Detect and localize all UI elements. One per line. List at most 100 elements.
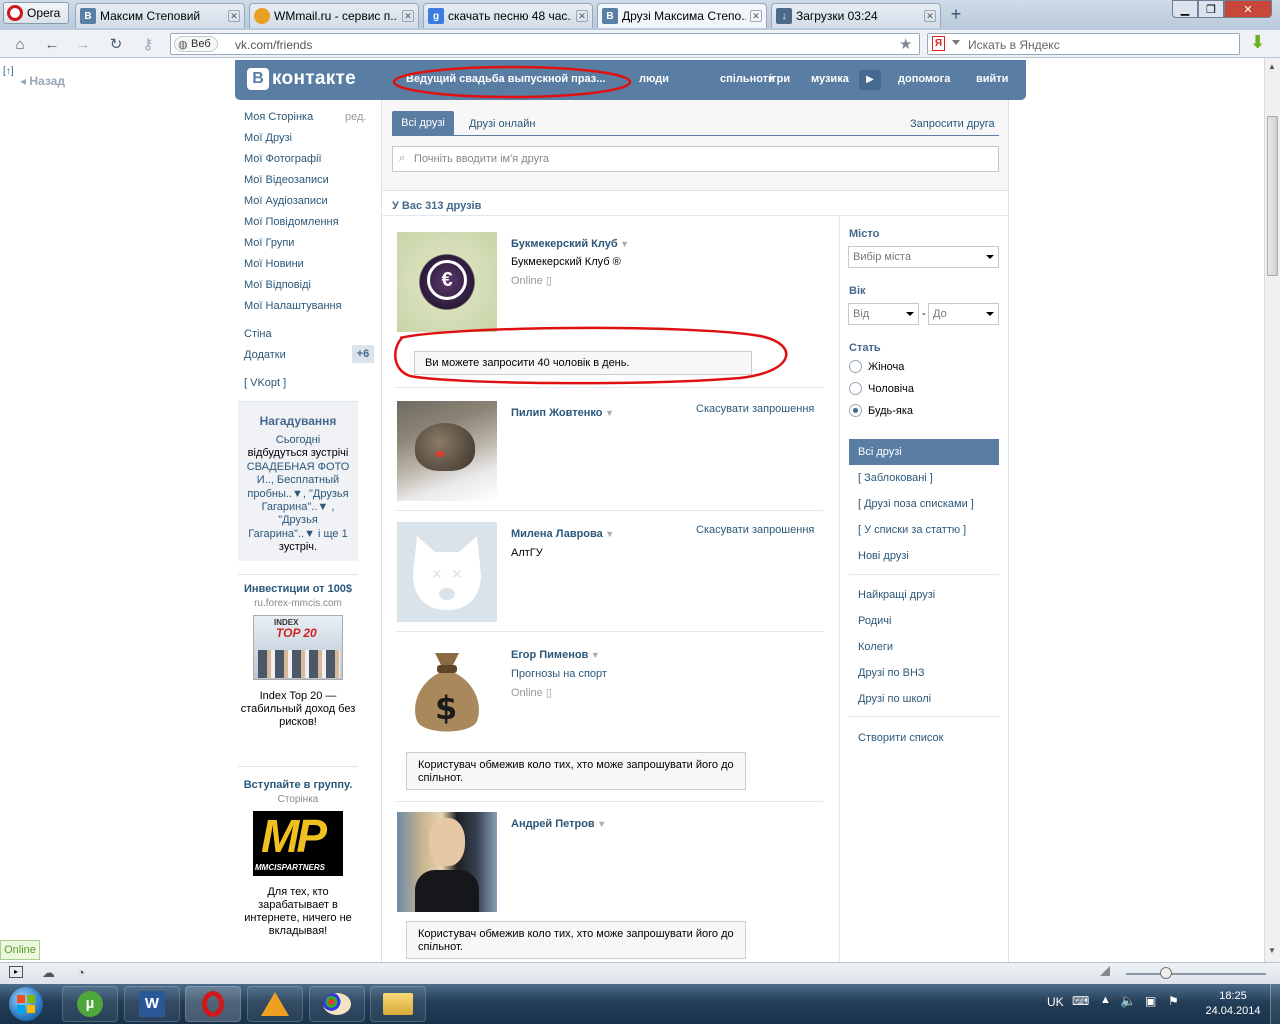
tab-maksym[interactable]: B Максим Степовий ✕ — [75, 3, 245, 28]
ad-image[interactable]: INDEX TOP 20 — [253, 615, 343, 680]
avatar[interactable]: € — [397, 232, 497, 332]
aimp-taskbar-button[interactable] — [247, 986, 303, 1022]
tab-all-friends[interactable]: Всі друзі — [392, 111, 454, 135]
reminder-event-link[interactable]: Гагарина"..▼ і ще 1 — [238, 528, 358, 541]
panel-toggle-icon[interactable]: ▸ — [9, 966, 23, 978]
nav-vkopt[interactable]: [ VKopt ] — [244, 377, 286, 389]
chevron-down-icon[interactable]: ▼ — [602, 408, 614, 418]
nav-my-audio[interactable]: Мої Аудіозаписи — [244, 195, 328, 207]
vk-logo-icon[interactable]: B — [247, 68, 269, 90]
language-indicator[interactable]: UK — [1047, 995, 1064, 1009]
menu-help[interactable]: допомога — [898, 73, 950, 85]
close-icon[interactable]: ✕ — [402, 10, 414, 22]
tray-arrow-icon[interactable]: ▲ — [1100, 994, 1111, 1006]
tab-google[interactable]: g скачать песню 48 час... ✕ — [423, 3, 593, 28]
zoom-slider-track[interactable] — [1126, 973, 1266, 975]
age-from-select[interactable]: Від — [848, 303, 919, 325]
tab-friends[interactable]: B Друзі Максима Степо... ✕ — [597, 3, 767, 28]
nav-my-page[interactable]: Моя Сторінка — [244, 111, 313, 123]
list-relatives[interactable]: Родичі — [858, 615, 891, 627]
nav-my-messages[interactable]: Мої Повідомлення — [244, 216, 339, 228]
web-badge[interactable]: ◍ Веб — [174, 36, 218, 52]
nav-my-groups[interactable]: Мої Групи — [244, 237, 294, 249]
reminder-event-link[interactable]: СВАДЕБНАЯ ФОТО — [238, 461, 358, 474]
word-taskbar-button[interactable]: W — [124, 986, 180, 1022]
nav-apps[interactable]: Додатки — [244, 349, 286, 361]
maximize-button[interactable]: ❐ — [1198, 0, 1224, 18]
opera-menu-button[interactable]: Opera — [3, 2, 69, 24]
action-center-icon[interactable]: ⚑ — [1168, 994, 1179, 1008]
avatar[interactable] — [397, 401, 497, 501]
chevron-down-icon[interactable] — [952, 40, 960, 45]
vertical-scrollbar[interactable]: ▲ ▼ — [1264, 58, 1280, 962]
gender-any-label[interactable]: Будь-яка — [868, 405, 913, 417]
reminder-event-link[interactable]: "Друзья — [238, 514, 358, 527]
list-by-gender[interactable]: [ У списки за статтю ] — [858, 524, 966, 536]
bookmark-star-icon[interactable]: ★ — [899, 35, 912, 53]
start-button[interactable] — [4, 984, 48, 1024]
invite-friend-link[interactable]: Запросити друга — [910, 118, 995, 130]
nav-my-videos[interactable]: Мої Відеозаписи — [244, 174, 329, 186]
clock[interactable]: 18:25 24.04.2014 — [1200, 989, 1266, 1019]
volume-icon[interactable]: 🔈 — [1120, 993, 1136, 1009]
opera-taskbar-button[interactable] — [185, 986, 241, 1022]
download-arrow-icon[interactable]: ⬇ — [1250, 33, 1268, 52]
city-select[interactable]: Вибір міста — [848, 246, 999, 268]
scroll-up-arrow-icon[interactable]: ▲ — [1268, 62, 1276, 71]
show-desktop-button[interactable] — [1270, 984, 1280, 1024]
nav-my-news[interactable]: Мої Новини — [244, 258, 304, 270]
list-colleagues[interactable]: Колеги — [858, 641, 893, 653]
list-blocked[interactable]: [ Заблоковані ] — [858, 472, 933, 484]
chevron-down-icon[interactable]: ▼ — [603, 529, 614, 539]
close-icon[interactable]: ✕ — [750, 10, 762, 22]
speed-dial-icon[interactable]: ◔ — [77, 965, 85, 980]
reminder-event-link[interactable]: пробны..▼, "Друзья — [238, 488, 358, 501]
play-icon[interactable]: ▶ — [859, 70, 881, 90]
utorrent-taskbar-button[interactable]: µ — [62, 986, 118, 1022]
nav-wall[interactable]: Стіна — [244, 328, 272, 340]
cancel-request-link[interactable]: Скасувати запрошення — [696, 403, 814, 415]
minimize-button[interactable]: ▁ — [1172, 0, 1198, 18]
scrollbar-thumb[interactable] — [1267, 116, 1278, 276]
reminder-today[interactable]: Сьогодні — [238, 434, 358, 447]
back-icon[interactable]: ← — [42, 34, 62, 54]
avatar[interactable]: ✕ ✕ — [397, 522, 497, 622]
key-icon[interactable]: ⚷ — [138, 34, 158, 54]
reminder-event-link[interactable]: И.., Бесплатный — [238, 474, 358, 487]
create-list-link[interactable]: Створити список — [858, 732, 943, 744]
ad-image[interactable]: MP MMCISPARTNERS — [253, 810, 343, 876]
list-school[interactable]: Друзі по школі — [858, 693, 931, 705]
menu-people[interactable]: люди — [639, 73, 669, 85]
ad-title[interactable]: Вступайте в группу. — [238, 779, 358, 792]
new-tab-button[interactable]: + — [946, 5, 966, 24]
gender-male-label[interactable]: Чоловіча — [868, 383, 914, 395]
back-link[interactable]: ◂ Назад — [20, 74, 65, 88]
yandex-search-field[interactable]: Я Искать в Яндекс — [927, 33, 1240, 55]
cloud-icon[interactable]: ☁ — [42, 965, 55, 981]
chevron-down-icon[interactable]: ▼ — [588, 650, 600, 660]
paint-taskbar-button[interactable] — [309, 986, 365, 1022]
radio-female[interactable] — [849, 360, 862, 373]
list-best-friends[interactable]: Найкращі друзі — [858, 589, 935, 601]
close-window-button[interactable]: ✕ — [1224, 0, 1272, 18]
tab-downloads[interactable]: ↓ Загрузки 03:24 ✕ — [771, 3, 941, 28]
menu-communities[interactable]: спільноти — [720, 73, 775, 85]
tab-friends-online[interactable]: Друзі онлайн — [469, 118, 535, 130]
scroll-down-arrow-icon[interactable]: ▼ — [1268, 946, 1276, 955]
cancel-request-link[interactable]: Скасувати запрошення — [696, 524, 814, 536]
edit-link[interactable]: ред. — [345, 111, 366, 123]
age-to-select[interactable]: До — [928, 303, 999, 325]
close-icon[interactable]: ✕ — [576, 10, 588, 22]
keyboard-icon[interactable]: ⌨ — [1072, 994, 1089, 1008]
address-field[interactable]: ◍ Веб vk.com/friends ★ — [170, 33, 920, 55]
ad-title[interactable]: Инвестиции от 100$ — [238, 583, 358, 596]
avatar[interactable]: $ — [397, 643, 497, 743]
network-icon[interactable]: ▣ — [1145, 994, 1156, 1008]
nav-my-settings[interactable]: Мої Налаштування — [244, 300, 342, 312]
list-university[interactable]: Друзі по ВНЗ — [858, 667, 925, 679]
scroll-top-icon[interactable]: [↑] — [3, 66, 14, 77]
radio-any[interactable] — [849, 404, 862, 417]
friend-name[interactable]: Милена Лаврова ▼ — [511, 528, 614, 540]
list-unlisted[interactable]: [ Друзі поза списками ] — [858, 498, 974, 510]
friend-search-input[interactable]: ⌕ Почніть вводити ім'я друга — [392, 146, 999, 172]
